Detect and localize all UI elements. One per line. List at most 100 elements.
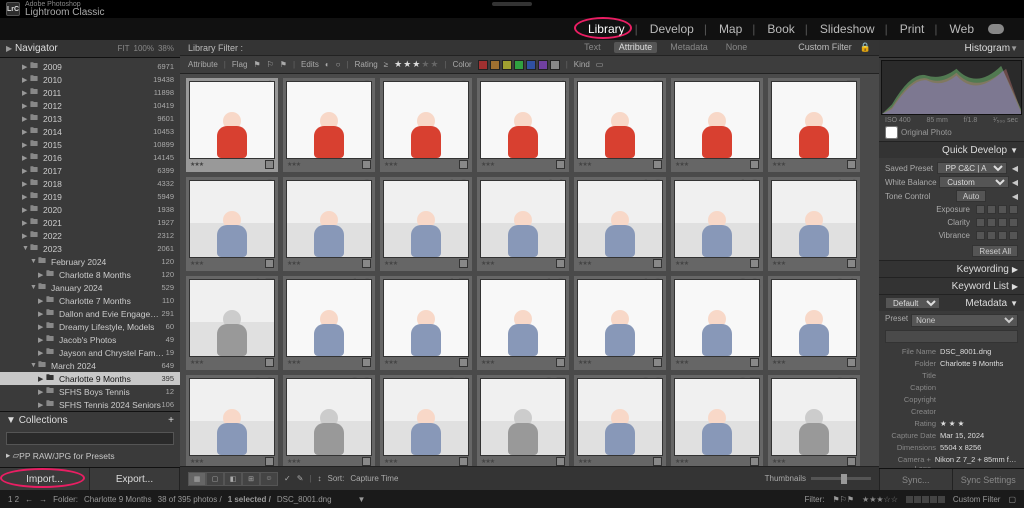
folder-row[interactable]: ▼🖿January 2024529 <box>0 281 180 294</box>
keywordlist-header[interactable]: Keyword List▶ <box>879 278 1024 294</box>
thumbnail-cell[interactable]: 15★★★ <box>186 276 278 370</box>
thumbnail-cell[interactable]: 13★★★ <box>671 177 763 271</box>
thumbnail-cell[interactable]: 27★★★ <box>671 375 763 466</box>
histogram-header[interactable]: Histogram ▼ <box>879 40 1024 58</box>
sync-button[interactable]: Sync... <box>879 469 952 490</box>
painter-icon2[interactable]: ✎ <box>297 474 304 483</box>
folder-row[interactable]: ▶🖿SFHS Tennis 2024 Seniors106 <box>0 398 180 411</box>
thumbnail-cell[interactable]: 28★★★ <box>768 375 860 466</box>
painter-icon[interactable]: ✓ <box>284 474 291 483</box>
folder-row[interactable]: ▶🖿Jayson and Chrystel Family 202419 <box>0 346 180 359</box>
folder-row[interactable]: ▶🖿Jacob's Photos49 <box>0 333 180 346</box>
folder-row[interactable]: ▼🖿February 2024120 <box>0 255 180 268</box>
color-label-swatch[interactable] <box>550 60 560 70</box>
filter-preset[interactable]: Custom Filter <box>798 42 852 53</box>
thumbnail-cell[interactable]: 3★★★ <box>380 78 472 172</box>
folder-row[interactable]: ▶🖿20195949 <box>0 190 180 203</box>
thumbnail-cell[interactable]: 23★★★ <box>283 375 375 466</box>
thumbnail-cell[interactable]: 24★★★ <box>380 375 472 466</box>
filter-lock-icon[interactable]: 🔒 <box>860 42 871 53</box>
thumbnail-cell[interactable]: 16★★★ <box>283 276 375 370</box>
keywording-header[interactable]: Keywording▶ <box>879 261 1024 277</box>
folder-row[interactable]: ▶🖿20184332 <box>0 177 180 190</box>
sb-flag-icon[interactable]: ⚑⚐⚑ <box>833 495 855 504</box>
thumbnail-cell[interactable]: 4★★★ <box>477 78 569 172</box>
kind-icon[interactable]: ▭ <box>596 60 604 69</box>
thumbnail-cell[interactable]: 12★★★ <box>574 177 666 271</box>
sb-labels[interactable] <box>906 496 945 503</box>
folder-row[interactable]: ▶🖿20176399 <box>0 164 180 177</box>
folder-row[interactable]: ▶🖿Charlotte 9 Months395 <box>0 372 180 385</box>
thumbnail-cell[interactable]: 11★★★ <box>477 177 569 271</box>
sb-filter-preset[interactable]: Custom Filter <box>953 495 1001 504</box>
metadata-header[interactable]: Default Metadata▼ <box>879 295 1024 311</box>
sort-by[interactable]: Capture Time <box>350 474 398 483</box>
histogram[interactable] <box>881 60 1022 115</box>
thumbnail-cell[interactable]: 20★★★ <box>671 276 763 370</box>
collections-header[interactable]: ▼ Collections + <box>0 412 180 428</box>
folder-row[interactable]: ▶🖿201614145 <box>0 151 180 164</box>
thumbnail-size-slider[interactable] <box>811 477 871 480</box>
folder-row[interactable]: ▶🖿Dreamy Lifestyle, Models60 <box>0 320 180 333</box>
thumbnail-cell[interactable]: 1★★★ <box>186 78 278 172</box>
module-web[interactable]: Web <box>944 22 980 36</box>
folder-row[interactable]: ▶🖿201510899 <box>0 138 180 151</box>
thumbnail-cell[interactable]: 10★★★ <box>380 177 472 271</box>
thumbnail-cell[interactable]: 17★★★ <box>380 276 472 370</box>
folder-row[interactable]: ▶🖿SFHS Boys Tennis12 <box>0 385 180 398</box>
folder-row[interactable]: ▶🖿201410453 <box>0 125 180 138</box>
metadata-mode-select[interactable]: Default <box>885 297 940 309</box>
folder-row[interactable]: ▶🖿20222312 <box>0 229 180 242</box>
thumbnail-cell[interactable]: 18★★★ <box>477 276 569 370</box>
color-label-swatch[interactable] <box>514 60 524 70</box>
module-map[interactable]: Map <box>713 22 761 36</box>
collections-search[interactable] <box>6 432 174 445</box>
metadata-search[interactable] <box>885 330 1018 343</box>
collection-item[interactable]: ▸ ▱ PP RAW/JPG for Presets <box>6 448 174 463</box>
thumbnail-cell[interactable]: 8★★★ <box>186 177 278 271</box>
thumbnail-cell[interactable]: 9★★★ <box>283 177 375 271</box>
thumbnail-cell[interactable]: 6★★★ <box>671 78 763 172</box>
folder-tree[interactable]: ▶🖿20096971▶🖿201019438▶🖿201111898▶🖿201210… <box>0 58 180 411</box>
filter-tab-metadata[interactable]: Metadata <box>665 42 713 53</box>
folder-row[interactable]: ▼🖿March 2024649 <box>0 359 180 372</box>
view-switcher[interactable]: ▦▢◧⊞☺ <box>188 472 278 486</box>
sync-settings-button[interactable]: Sync Settings <box>952 469 1024 490</box>
import-button[interactable]: Import... <box>0 468 90 490</box>
folder-row[interactable]: ▶🖿20139601 <box>0 112 180 125</box>
wb-select[interactable]: Custom <box>939 176 1009 188</box>
folder-row[interactable]: ▶🖿Charlotte 7 Months110 <box>0 294 180 307</box>
reset-all-button[interactable]: Reset All <box>972 245 1018 257</box>
edits-icon[interactable]: ◐ <box>325 60 330 69</box>
filter-tab-attribute[interactable]: Attribute <box>614 42 658 53</box>
folder-row[interactable]: ▶🖿201210419 <box>0 99 180 112</box>
auto-tone-button[interactable]: Auto <box>956 190 986 202</box>
color-label-swatch[interactable] <box>538 60 548 70</box>
export-button[interactable]: Export... <box>90 468 180 490</box>
cloud-sync-icon[interactable] <box>988 24 1004 34</box>
color-label-swatch[interactable] <box>526 60 536 70</box>
folder-row[interactable]: ▶🖿201111898 <box>0 86 180 99</box>
thumbnail-cell[interactable]: 26★★★ <box>574 375 666 466</box>
module-library[interactable]: Library <box>582 22 644 36</box>
thumbnail-cell[interactable]: 7★★★ <box>768 78 860 172</box>
folder-row[interactable]: ▶🖿20201938 <box>0 203 180 216</box>
thumbnail-grid[interactable]: 1★★★2★★★3★★★4★★★5★★★6★★★7★★★8★★★9★★★10★★… <box>180 74 879 466</box>
filter-tab-text[interactable]: Text <box>579 42 606 53</box>
unedits-icon[interactable]: ○ <box>336 60 341 69</box>
filmstrip-nav[interactable]: 1 2 <box>8 495 19 504</box>
folder-row[interactable]: ▶🖿20211927 <box>0 216 180 229</box>
color-label-swatch[interactable] <box>478 60 488 70</box>
color-label-swatch[interactable] <box>502 60 512 70</box>
quick-develop-header[interactable]: Quick Develop▼ <box>879 142 1024 158</box>
flag-unflagged-icon[interactable]: ⚐ <box>267 60 274 69</box>
color-labels[interactable] <box>478 60 560 70</box>
thumbnail-cell[interactable]: 25★★★ <box>477 375 569 466</box>
preset-select[interactable]: PP C&C | Autor… <box>937 162 1007 174</box>
navigator-header[interactable]: ▶ Navigator FIT 100% 38% <box>0 40 180 58</box>
thumbnail-cell[interactable]: 21★★★ <box>768 276 860 370</box>
folder-row[interactable]: ▶🖿Charlotte 8 Months120 <box>0 268 180 281</box>
sb-rating[interactable]: ★★★☆☆ <box>862 495 898 504</box>
module-slideshow[interactable]: Slideshow <box>814 22 894 36</box>
folder-row[interactable]: ▼🖿20232061 <box>0 242 180 255</box>
